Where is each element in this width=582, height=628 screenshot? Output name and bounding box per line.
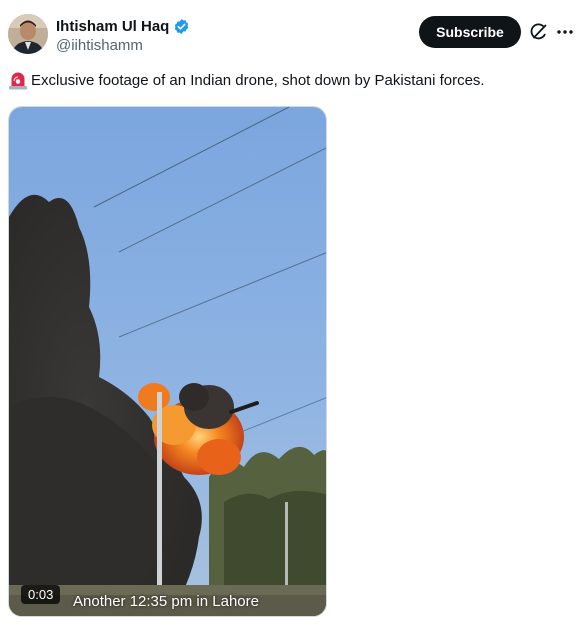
tweet-text-content: Exclusive footage of an Indian drone, sh… [31, 72, 485, 89]
video-caption-overlay: Another 12:35 pm in Lahore [73, 593, 259, 610]
tweet-text: Exclusive footage of an Indian drone, sh… [8, 71, 578, 91]
author-handle[interactable]: @iihtishamm [56, 37, 143, 54]
author-display-name[interactable]: Ihtisham Ul Haq [56, 18, 169, 35]
more-horizontal-icon[interactable] [555, 22, 575, 42]
video-duration-badge: 0:03 [21, 585, 61, 604]
author-name-row: Ihtisham Ul Haq [56, 15, 190, 37]
tweet-post: Ihtisham Ul Haq @iihtishamm Subscribe Ex… [0, 0, 582, 628]
video-player[interactable]: 0:03 Another 12:35 pm in Lahore [8, 106, 327, 617]
siren-emoji-icon [8, 72, 28, 90]
avatar[interactable] [8, 14, 48, 54]
subscribe-button[interactable]: Subscribe [419, 16, 521, 48]
verified-badge-icon [173, 18, 190, 35]
video-frame [9, 107, 326, 616]
grok-icon[interactable] [529, 22, 549, 42]
